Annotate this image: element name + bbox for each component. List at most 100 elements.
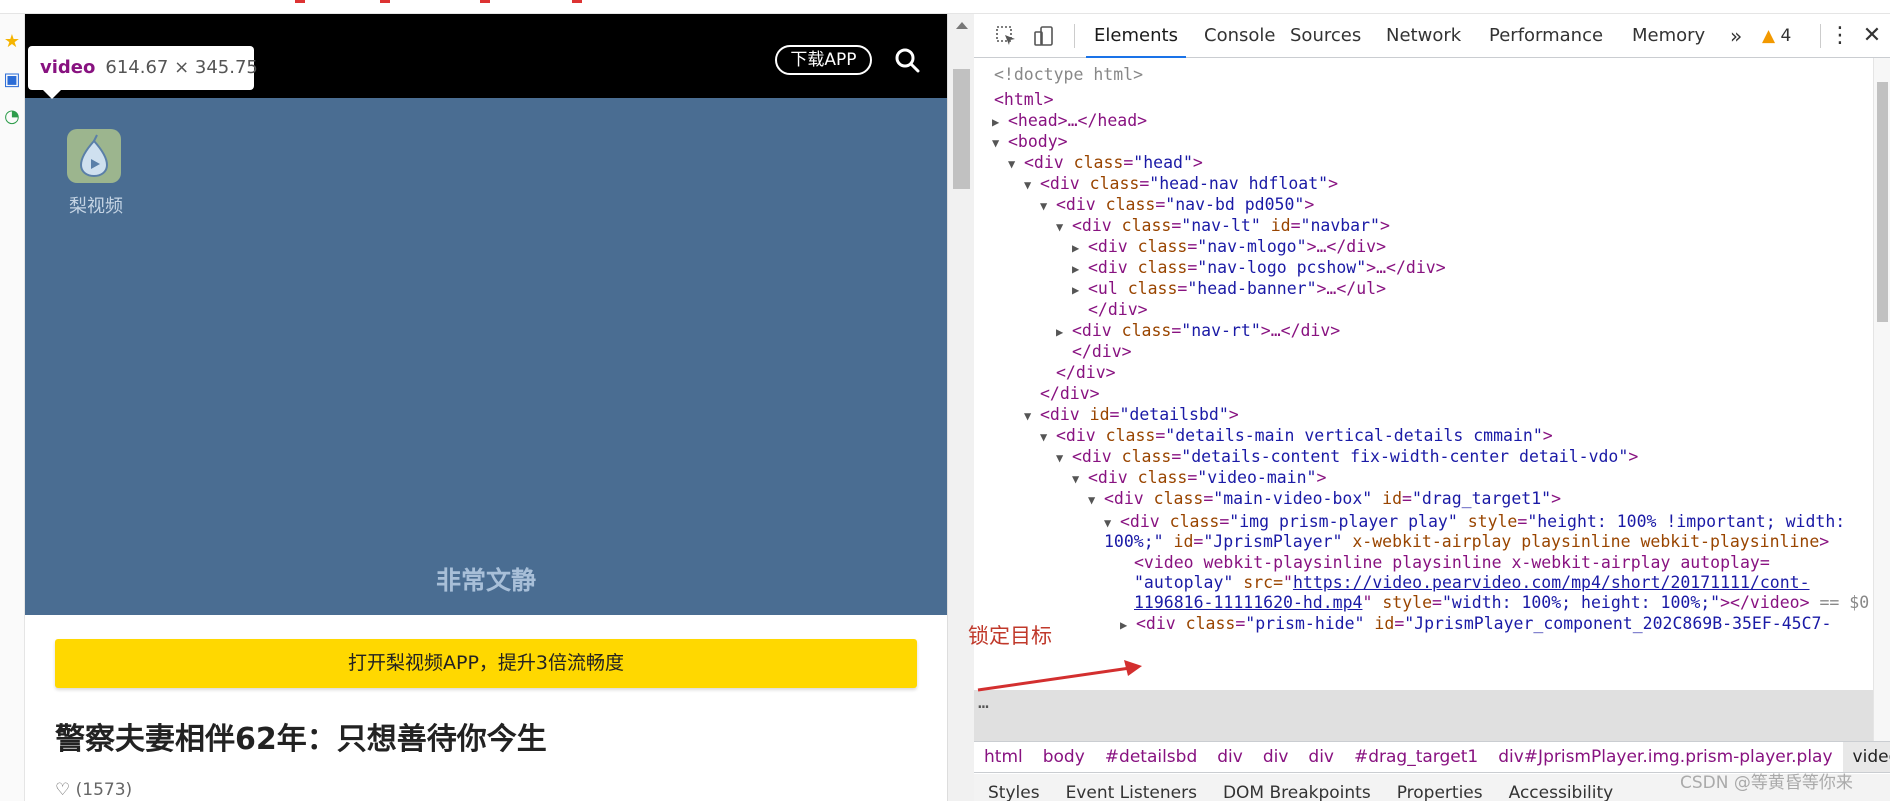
attr-value: "video-main" bbox=[1197, 468, 1317, 487]
attr-value: "details-content fix-width-center detail… bbox=[1181, 447, 1629, 466]
video-player[interactable]: 梨视频 非常文静 bbox=[25, 98, 947, 615]
kebab-menu-icon[interactable]: ⋮ bbox=[1828, 14, 1852, 58]
watermark: CSDN @等黄昏等你来 bbox=[1680, 773, 1853, 793]
tab-sources[interactable]: Sources bbox=[1290, 14, 1361, 58]
attr-value: "prism-hide" bbox=[1245, 614, 1365, 633]
toolbar-divider bbox=[1074, 24, 1075, 48]
scrollbar-thumb[interactable] bbox=[1877, 82, 1888, 322]
breadcrumb-item[interactable]: div bbox=[1253, 742, 1299, 772]
tooltip-tag: video bbox=[40, 57, 96, 78]
star-icon[interactable]: ★ bbox=[2, 32, 22, 52]
breadcrumb-item[interactable]: html bbox=[974, 742, 1033, 772]
collapse-triangle-icon[interactable]: ▼ bbox=[1088, 488, 1104, 513]
attr-names: x-webkit-airplay playsinline webkit-play… bbox=[1342, 532, 1820, 551]
tab-elements[interactable]: Elements bbox=[1086, 14, 1186, 58]
collapse-triangle-icon[interactable]: ▼ bbox=[1008, 152, 1024, 177]
attr-value: "nav-mlogo" bbox=[1197, 237, 1307, 256]
device-toolbar-icon[interactable] bbox=[1032, 24, 1056, 48]
attr-value: "nav-bd pd050" bbox=[1165, 195, 1305, 214]
screen: ★ ▣ ◔ 下载APP 梨视频 非常文静 video 614.67 × 345.… bbox=[0, 0, 1890, 801]
toolbar-divider bbox=[1820, 24, 1821, 48]
breadcrumb-item[interactable]: #drag_target1 bbox=[1344, 742, 1488, 772]
more-tabs-icon[interactable]: » bbox=[1730, 14, 1742, 58]
tooltip-arrow bbox=[43, 90, 61, 99]
attr-value: "head-nav hdfloat" bbox=[1149, 174, 1329, 193]
warnings-count: 4 bbox=[1780, 26, 1792, 46]
tab-accessibility[interactable]: Accessibility bbox=[1509, 774, 1614, 801]
tab-marker bbox=[380, 0, 390, 3]
breadcrumb-item[interactable]: #detailsbd bbox=[1095, 742, 1207, 772]
collapse-triangle-icon[interactable]: ▼ bbox=[1040, 425, 1056, 450]
head-tag: <head>…</head> bbox=[1008, 111, 1148, 130]
download-app-button[interactable]: 下载APP bbox=[775, 45, 872, 75]
inspect-element-icon[interactable] bbox=[994, 24, 1018, 48]
attr-value: "nav-lt" bbox=[1181, 216, 1261, 235]
close-tag: ></video> bbox=[1720, 593, 1810, 612]
warnings-counter[interactable]: ▲ 4 bbox=[1762, 14, 1791, 58]
collapse-triangle-icon[interactable]: ▼ bbox=[992, 131, 1008, 156]
breadcrumb-item[interactable]: div bbox=[1298, 742, 1344, 772]
body-tag: <body> bbox=[1008, 132, 1068, 151]
browser-sidebar: ★ ▣ ◔ bbox=[0, 14, 25, 801]
expand-triangle-icon[interactable]: ▶ bbox=[1120, 613, 1136, 638]
video-src-link[interactable]: 1196816-11111620-hd.mp4 bbox=[1134, 593, 1362, 612]
collapse-triangle-icon[interactable]: ▼ bbox=[1024, 173, 1040, 198]
attr-value: "head" bbox=[1133, 153, 1193, 172]
tab-marker bbox=[572, 0, 582, 3]
attr-value: 100%;" bbox=[1104, 532, 1164, 551]
tab-properties[interactable]: Properties bbox=[1397, 774, 1483, 801]
breadcrumb-item[interactable]: body bbox=[1033, 742, 1095, 772]
attr-value: "nav-logo pcshow" bbox=[1197, 258, 1367, 277]
pear-logo-icon bbox=[67, 129, 121, 183]
attr-value: "nav-rt" bbox=[1181, 321, 1261, 340]
tab-network[interactable]: Network bbox=[1386, 14, 1461, 58]
expand-triangle-icon[interactable]: ▶ bbox=[1072, 278, 1088, 303]
close-icon[interactable]: ✕ bbox=[1860, 14, 1884, 58]
tab-styles[interactable]: Styles bbox=[988, 774, 1040, 801]
dom-node-prism-hide[interactable]: ▶ <div class="prism-hide" id="JprismPlaye… bbox=[1120, 611, 1831, 636]
tab-memory[interactable]: Memory bbox=[1632, 14, 1705, 58]
collapse-triangle-icon[interactable]: ▼ bbox=[1040, 194, 1056, 219]
attr-value: "detailsbd" bbox=[1119, 405, 1229, 424]
attr-value: "details-main vertical-details cmmain" bbox=[1165, 426, 1543, 445]
attr-value: "JprismPlayer" bbox=[1203, 532, 1343, 551]
expand-triangle-icon[interactable]: ▶ bbox=[1056, 320, 1072, 345]
devtools-toolbar: Elements Console Sources Network Perform… bbox=[974, 14, 1890, 58]
tab-marker bbox=[295, 0, 305, 3]
tab-console[interactable]: Console bbox=[1204, 14, 1275, 58]
dom-tree[interactable]: … <!doctype html> <html> ▶ <head>…</head>… bbox=[974, 58, 1873, 741]
heart-icon[interactable]: ♡ bbox=[55, 780, 70, 800]
attr-value: "JprismPlayer_component_202C869B-35EF-45… bbox=[1404, 614, 1832, 633]
devtools-scrollbar[interactable] bbox=[1873, 58, 1890, 741]
collapse-triangle-icon[interactable]: ▼ bbox=[1056, 215, 1072, 240]
html-tag: <html> bbox=[994, 90, 1054, 109]
attr-value: "main-video-box" bbox=[1213, 489, 1373, 508]
tooltip-size: 614.67 × 345.75 bbox=[105, 57, 258, 78]
warning-icon: ▲ bbox=[1762, 26, 1776, 46]
history-icon[interactable]: ◔ bbox=[2, 107, 22, 127]
open-app-banner[interactable]: 打开梨视频APP，提升3倍流畅度 bbox=[55, 639, 917, 688]
collapse-triangle-icon[interactable]: ▼ bbox=[1056, 446, 1072, 471]
tab-performance[interactable]: Performance bbox=[1489, 14, 1603, 58]
web-page: 下载APP 梨视频 非常文静 video 614.67 × 345.75 打开梨视… bbox=[25, 14, 947, 801]
bookmark-icon[interactable]: ▣ bbox=[2, 70, 22, 90]
dom-node-doctype[interactable]: <!doctype html> bbox=[994, 62, 1143, 87]
attr-value: "navbar" bbox=[1300, 216, 1380, 235]
search-icon[interactable] bbox=[894, 47, 920, 73]
like-count[interactable]: ♡ (1573) bbox=[55, 780, 132, 800]
scrollbar-thumb[interactable] bbox=[953, 69, 970, 189]
collapse-triangle-icon[interactable]: ▼ bbox=[1024, 404, 1040, 429]
collapse-triangle-icon[interactable]: ▼ bbox=[1072, 467, 1088, 492]
video-caption: 非常文静 bbox=[435, 566, 536, 595]
like-count-value: (1573) bbox=[75, 780, 133, 800]
doctype-text: <!doctype html> bbox=[994, 65, 1144, 84]
article-title: 警察夫妻相伴62年：只想善待你今生 bbox=[55, 722, 547, 757]
element-inspect-tooltip: video 614.67 × 345.75 bbox=[28, 46, 258, 90]
top-strip bbox=[0, 0, 1890, 14]
tab-marker bbox=[480, 0, 490, 3]
scroll-up-arrow-icon[interactable] bbox=[956, 22, 968, 29]
tab-event-listeners[interactable]: Event Listeners bbox=[1066, 774, 1197, 801]
breadcrumb-item[interactable]: div bbox=[1207, 742, 1253, 772]
tab-dom-breakpoints[interactable]: DOM Breakpoints bbox=[1223, 774, 1371, 801]
dom-node-main-video-box[interactable]: ▼ <div class="main-video-box" id="drag_ta… bbox=[1088, 486, 1561, 511]
